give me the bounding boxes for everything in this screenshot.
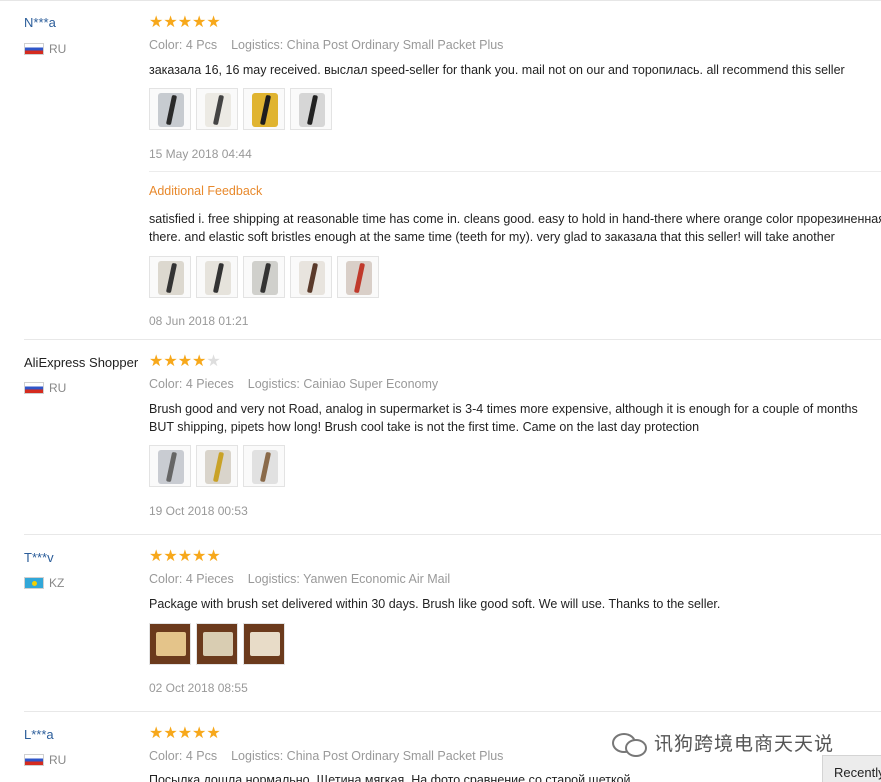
star-icon: ★ [149, 14, 164, 31]
reviewer-name[interactable]: AliExpress Shopper [24, 355, 138, 370]
star-icon: ★ [192, 725, 207, 742]
star-icon: ★ [177, 548, 193, 565]
review-photo[interactable] [149, 445, 191, 487]
color-info: Color: 4 Pieces [149, 572, 234, 586]
review-photo[interactable] [290, 256, 332, 298]
review-photo[interactable] [290, 88, 332, 130]
recently-viewed-tab[interactable]: Recently [822, 755, 881, 782]
reviewer-country: RU [24, 42, 66, 56]
reviewer-country: KZ [24, 576, 64, 590]
star-rating: ★★★★★ [149, 549, 221, 565]
review-photo[interactable] [196, 623, 238, 665]
divider [149, 171, 881, 172]
review-photo[interactable] [149, 623, 191, 665]
reviewer-country: RU [24, 381, 66, 395]
star-empty-icon: ★ [206, 353, 221, 370]
additional-feedback-text: there. and elastic soft bristles enough … [149, 230, 835, 244]
star-icon: ★ [192, 14, 207, 31]
kazakhstan-flag-icon [24, 577, 44, 589]
order-info: Color: 4 Pcs Logistics: China Post Ordina… [149, 38, 503, 52]
review-date: 15 May 2018 04:44 [149, 147, 252, 161]
review-photos [149, 623, 290, 665]
logistics-info: Logistics: Yanwen Economic Air Mail [247, 572, 451, 586]
country-code: RU [49, 42, 67, 56]
color-info: Color: 4 Pieces [149, 377, 234, 391]
order-info: Color: 4 Pieces Logistics: Yanwen Economi… [149, 572, 450, 586]
additional-photos [149, 256, 384, 298]
star-rating: ★★★★★ [149, 354, 221, 370]
review-photo[interactable] [149, 256, 191, 298]
additional-feedback-text: satisfied i. free shipping at reasonable… [149, 212, 881, 226]
review-divider [24, 534, 881, 535]
logistics-info: Logistics: China Post Ordinary Small Pac… [231, 749, 504, 763]
logistics-info: Logistics: Cainiao Super Economy [247, 377, 439, 391]
order-info: Color: 4 Pcs Logistics: China Post Ordina… [149, 749, 503, 763]
logistics-info: Logistics: China Post Ordinary Small Pac… [231, 38, 504, 52]
review-divider [24, 711, 881, 712]
color-info: Color: 4 Pcs [149, 38, 218, 52]
review-photos [149, 88, 337, 130]
review-photo[interactable] [243, 88, 285, 130]
star-icon: ★ [149, 353, 164, 370]
review-photo[interactable] [337, 256, 379, 298]
review-photo[interactable] [196, 256, 238, 298]
star-icon: ★ [206, 14, 221, 31]
review-text: заказала 16, 16 may received. выслал spe… [149, 63, 845, 77]
star-rating: ★★★★★ [149, 15, 221, 31]
star-icon: ★ [177, 353, 193, 370]
star-icon: ★ [163, 725, 178, 742]
russia-flag-icon [24, 43, 44, 55]
review-text: BUT shipping, pipets how long! Brush coo… [149, 420, 700, 434]
country-code: KZ [49, 576, 65, 590]
star-icon: ★ [192, 353, 207, 370]
review-text: Package with brush set delivered within … [149, 597, 721, 611]
review-text: Посылка дошла нормально. Щетина мягкая. … [149, 773, 631, 782]
review-date: 08 Jun 2018 01:21 [149, 314, 249, 328]
russia-flag-icon [24, 754, 44, 766]
star-icon: ★ [206, 725, 221, 742]
review-date: 02 Oct 2018 08:55 [149, 681, 248, 695]
watermark-text: 讯狗跨境电商天天说 [654, 733, 835, 755]
wechat-icon [612, 731, 647, 757]
country-code: RU [49, 753, 67, 767]
review-photo[interactable] [243, 256, 285, 298]
country-code: RU [49, 381, 67, 395]
reviewer-name[interactable]: L***a [24, 727, 54, 742]
review-photo[interactable] [196, 445, 238, 487]
reviewer-name[interactable]: N***a [24, 15, 56, 30]
russia-flag-icon [24, 382, 44, 394]
review-photos [149, 445, 290, 487]
star-icon: ★ [206, 548, 221, 565]
review-photo[interactable] [243, 623, 285, 665]
star-icon: ★ [177, 14, 193, 31]
star-icon: ★ [177, 725, 193, 742]
review-photo[interactable] [149, 88, 191, 130]
review-photo[interactable] [196, 88, 238, 130]
order-info: Color: 4 Pieces Logistics: Cainiao Super … [149, 377, 438, 391]
star-rating: ★★★★★ [149, 726, 221, 742]
top-border [0, 0, 881, 1]
review-text: Brush good and very not Road, analog in … [149, 402, 858, 416]
star-icon: ★ [192, 548, 207, 565]
reviewer-name[interactable]: T***v [24, 550, 54, 565]
star-icon: ★ [163, 353, 178, 370]
color-info: Color: 4 Pcs [149, 749, 218, 763]
star-icon: ★ [149, 725, 164, 742]
star-icon: ★ [149, 548, 164, 565]
star-icon: ★ [163, 548, 178, 565]
watermark: 讯狗跨境电商天天说 [612, 729, 835, 757]
review-photo[interactable] [243, 445, 285, 487]
review-date: 19 Oct 2018 00:53 [149, 504, 248, 518]
additional-feedback-label: Additional Feedback [149, 184, 263, 198]
reviewer-country: RU [24, 753, 66, 767]
star-icon: ★ [163, 14, 178, 31]
review-divider [24, 339, 881, 340]
